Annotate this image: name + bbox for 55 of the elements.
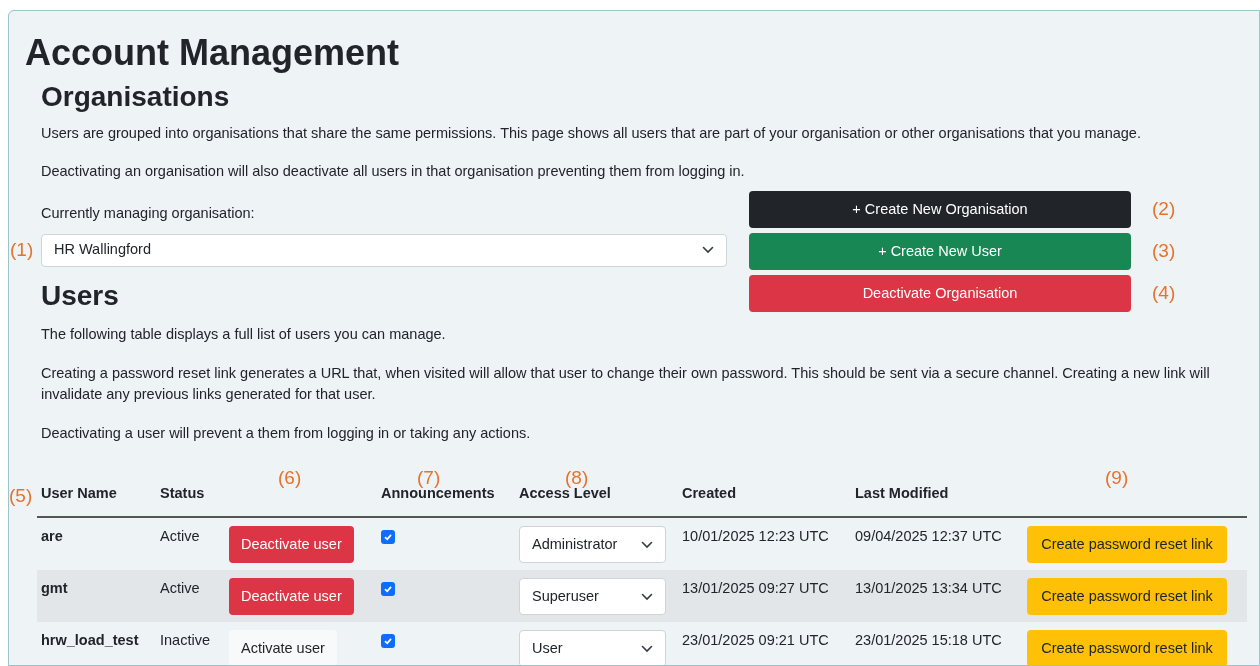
paragraph: Users are grouped into organisations that share the same permissions. This page shows all users that are part of your organisation or other organisations that you manage. [41, 124, 1142, 143]
access-level-select[interactable]: User [519, 630, 666, 665]
checkmark-icon [383, 532, 393, 542]
chevron-down-icon [641, 644, 653, 653]
annotation-label: (3) [1152, 241, 1176, 260]
annotation-label: (5) [9, 486, 33, 505]
paragraph: Deactivating an organisation will also deactivate all users in that organisation preventing them from logging in. [41, 162, 746, 181]
checkbox[interactable] [381, 634, 395, 648]
reset-link-button[interactable]: Create password reset link [1027, 578, 1227, 615]
column-header: Status [160, 484, 205, 504]
section-heading: Organisations [41, 83, 231, 114]
annotation-label: (2) [1152, 199, 1176, 218]
chevron-down-icon [702, 246, 714, 255]
table-cell: Active [160, 528, 200, 544]
checkmark-icon [383, 636, 393, 646]
column-header: Last Modified [855, 484, 949, 504]
annotation-label: (4) [1152, 283, 1176, 302]
table-cell: 13/01/2025 13:34 UTC [855, 580, 1002, 596]
paragraph: The following table displays a full list of users you can manage. [41, 325, 447, 344]
action-button[interactable]: Deactivate user [229, 526, 354, 563]
annotation-label: (1) [10, 239, 34, 259]
page-title: Account Management [25, 31, 401, 75]
reset-link-button[interactable]: Create password reset link [1027, 630, 1227, 665]
access-level-select[interactable]: Administrator [519, 526, 666, 563]
table-cell: 09/04/2025 12:37 UTC [855, 528, 1002, 544]
field-label: Currently managing organisation: [41, 204, 256, 223]
annotation-label: (9) [1105, 468, 1129, 487]
chevron-down-icon [641, 592, 653, 601]
action-button[interactable]: Deactivate user [229, 578, 354, 615]
action-button[interactable]: Activate user [229, 630, 337, 665]
paragraph: Deactivating a user will prevent a them from logging in or taking any actions. [41, 424, 532, 443]
chevron-down-icon [641, 540, 653, 549]
table-cell: 23/01/2025 09:21 UTC [682, 632, 829, 648]
table-cell: are [41, 528, 63, 544]
paragraph: Creating a password reset link generates a URL that, when visited will allow that user to change their own password. This should be sent via a secure channel. Creating a new link will invalidate any previous links generated for that user. [41, 364, 1211, 404]
section-heading: Users [41, 282, 119, 310]
table-cell: hrw_load_test [41, 632, 139, 648]
action-button[interactable]: + Create New Organisation [749, 191, 1131, 228]
table-cell: gmt [41, 580, 68, 596]
checkbox[interactable] [381, 530, 395, 544]
action-button[interactable]: + Create New User [749, 233, 1131, 270]
table-cell: 23/01/2025 15:18 UTC [855, 632, 1002, 648]
checkbox[interactable] [381, 582, 395, 596]
organisation-select[interactable]: HR Wallingford [41, 233, 727, 267]
annotation-label: (6) [278, 468, 302, 487]
checkmark-icon [383, 584, 393, 594]
access-level-select[interactable]: Superuser [519, 578, 666, 615]
column-header: Created [682, 484, 736, 504]
table-cell: 13/01/2025 09:27 UTC [682, 580, 829, 596]
table-cell: Active [160, 580, 200, 596]
table-cell: 10/01/2025 12:23 UTC [682, 528, 829, 544]
column-header: User Name [41, 484, 117, 504]
reset-link-button[interactable]: Create password reset link [1027, 526, 1227, 563]
action-button[interactable]: Deactivate Organisation [749, 275, 1131, 312]
table-cell: Inactive [160, 632, 210, 648]
